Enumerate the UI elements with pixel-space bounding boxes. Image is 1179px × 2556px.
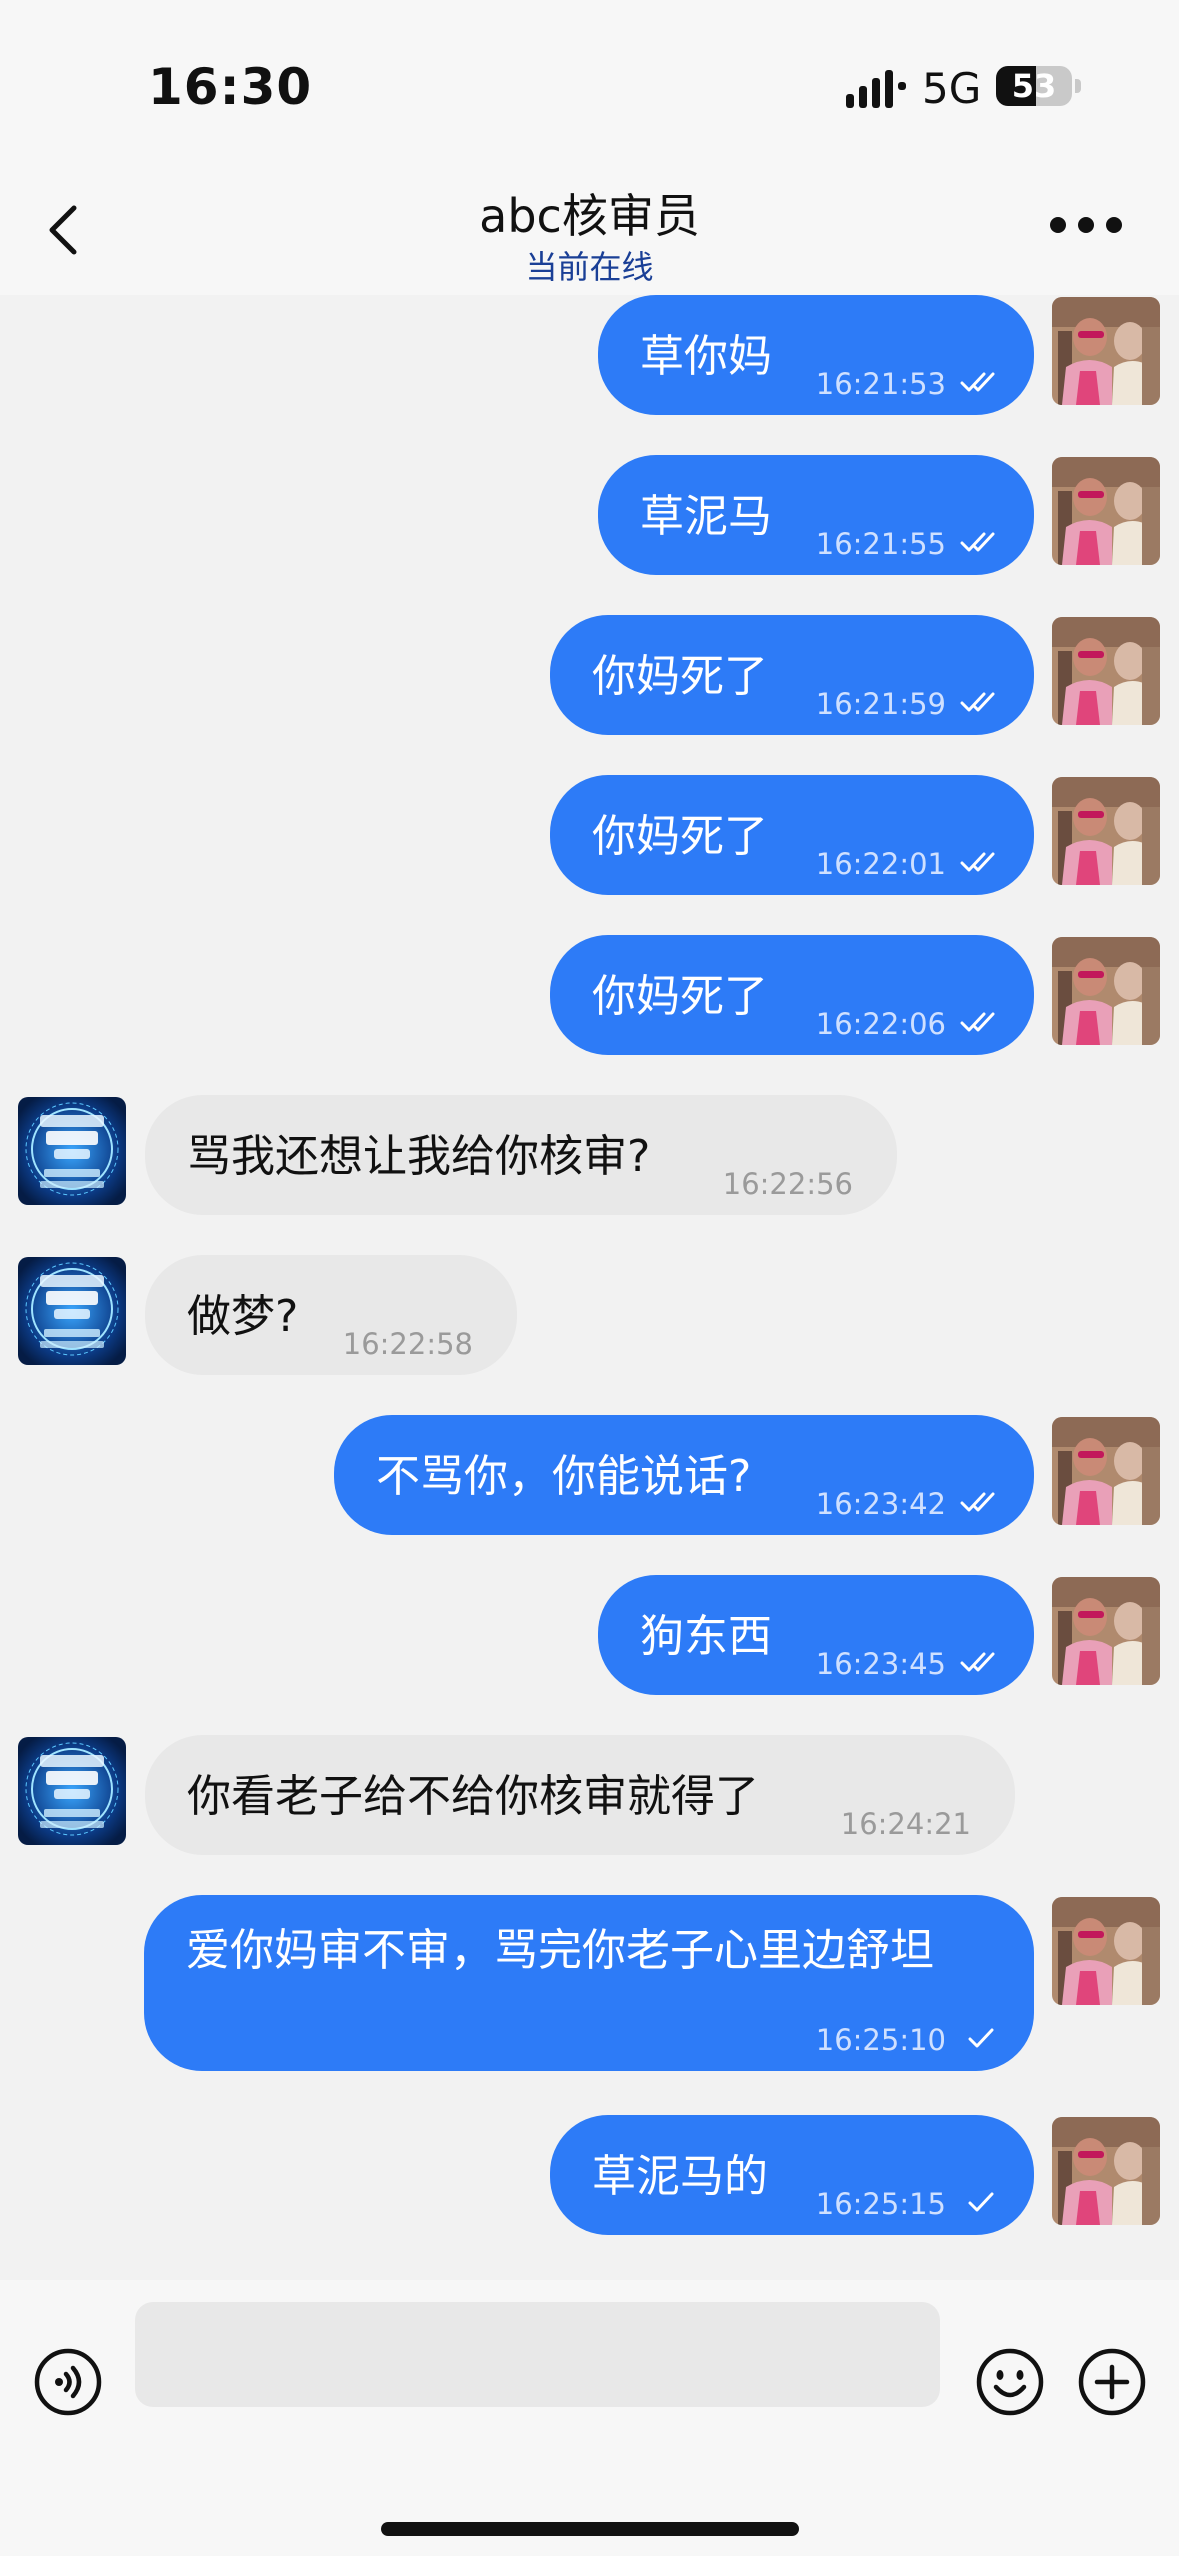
more-dots-icon[interactable] <box>1048 212 1124 238</box>
message-bubble[interactable]: 你看老子给不给你核审就得了 16:24:21 <box>145 1735 1015 1855</box>
emoji-icon[interactable] <box>975 2347 1045 2417</box>
sent-message: 草你妈 16:21:53 <box>0 295 1179 415</box>
message-bubble[interactable]: 狗东西 16:23:45 <box>598 1575 1034 1695</box>
plus-icon[interactable] <box>1077 2347 1147 2417</box>
my-avatar[interactable] <box>1052 1417 1160 1525</box>
message-text: 做梦? <box>187 1291 299 1342</box>
message-time: 16:25:10 <box>815 2023 946 2057</box>
my-avatar[interactable] <box>1052 1577 1160 1685</box>
signal-icon <box>846 70 906 108</box>
message-text: 你看老子给不给你核审就得了 <box>187 1771 759 1822</box>
message-text: 你妈死了 <box>592 971 768 1022</box>
message-text: 草泥马 <box>640 491 772 542</box>
message-text: 草你妈 <box>640 331 772 382</box>
double-check-icon <box>960 532 995 552</box>
double-check-icon <box>960 1012 995 1032</box>
received-message: 你看老子给不给你核审就得了 16:24:21 <box>0 1735 1179 1855</box>
message-bubble[interactable]: 你妈死了 16:21:59 <box>550 615 1034 735</box>
sent-message: 狗东西 16:23:45 <box>0 1575 1179 1695</box>
message-time: 16:22:06 <box>815 1007 946 1041</box>
message-time: 16:24:21 <box>840 1807 971 1841</box>
double-check-icon <box>960 852 995 872</box>
my-avatar[interactable] <box>1052 777 1160 885</box>
message-time: 16:23:45 <box>815 1647 946 1681</box>
message-time: 16:21:53 <box>815 367 946 401</box>
status-time: 16:30 <box>148 58 313 116</box>
message-bubble[interactable]: 草泥马的 16:25:15 <box>550 2115 1034 2235</box>
message-time: 16:22:01 <box>815 847 946 881</box>
input-bar <box>0 2280 1179 2556</box>
contact-avatar[interactable] <box>18 1257 126 1365</box>
sent-message: 草泥马的 16:25:15 <box>0 2115 1179 2235</box>
contact-avatar[interactable] <box>18 1737 126 1845</box>
double-check-icon <box>960 1492 995 1512</box>
my-avatar[interactable] <box>1052 1897 1160 2005</box>
double-check-icon <box>960 372 995 392</box>
message-time: 16:22:58 <box>342 1327 473 1361</box>
battery-icon: 53 <box>996 66 1072 106</box>
message-text: 草泥马的 <box>592 2151 768 2202</box>
my-avatar[interactable] <box>1052 617 1160 725</box>
sent-message: 爱你妈审不审，骂完你老子心里边舒坦 16:25:10 <box>0 1895 1179 2071</box>
message-bubble[interactable]: 你妈死了 16:22:01 <box>550 775 1034 895</box>
message-bubble[interactable]: 做梦? 16:22:58 <box>145 1255 517 1375</box>
battery-level: 53 <box>1011 67 1057 105</box>
online-status: 当前在线 <box>525 248 654 286</box>
sent-message: 你妈死了 16:22:01 <box>0 775 1179 895</box>
message-input[interactable] <box>135 2302 940 2407</box>
chat-header: abc核审员 当前在线 <box>0 160 1179 295</box>
message-time: 16:21:59 <box>815 687 946 721</box>
message-text: 不骂你，你能说话? <box>376 1451 752 1502</box>
message-bubble[interactable]: 不骂你，你能说话? 16:23:42 <box>334 1415 1034 1535</box>
message-list[interactable]: 草你妈 16:21:53 草泥马 16:21:55 你妈死了 16:21:59 <box>0 295 1179 2280</box>
message-bubble[interactable]: 草你妈 16:21:53 <box>598 295 1034 415</box>
sent-message: 不骂你，你能说话? 16:23:42 <box>0 1415 1179 1535</box>
my-avatar[interactable] <box>1052 2117 1160 2225</box>
received-message: 做梦? 16:22:58 <box>0 1255 1179 1375</box>
my-avatar[interactable] <box>1052 937 1160 1045</box>
double-check-icon <box>960 1652 995 1672</box>
message-bubble[interactable]: 你妈死了 16:22:06 <box>550 935 1034 1055</box>
received-message: 骂我还想让我给你核审? 16:22:56 <box>0 1095 1179 1215</box>
message-text: 狗东西 <box>640 1611 772 1662</box>
chat-title: abc核审员 <box>479 189 700 243</box>
message-time: 16:25:15 <box>815 2187 946 2221</box>
sent-message: 你妈死了 16:22:06 <box>0 935 1179 1055</box>
check-icon <box>968 2028 994 2048</box>
message-text: 爱你妈审不审，骂完你老子心里边舒坦 <box>186 1925 934 1976</box>
message-bubble[interactable]: 骂我还想让我给你核审? 16:22:56 <box>145 1095 897 1215</box>
message-text: 你妈死了 <box>592 651 768 702</box>
battery-cap <box>1075 79 1081 93</box>
voice-icon[interactable] <box>33 2347 103 2417</box>
my-avatar[interactable] <box>1052 297 1160 405</box>
sent-message: 你妈死了 16:21:59 <box>0 615 1179 735</box>
my-avatar[interactable] <box>1052 457 1160 565</box>
message-bubble[interactable]: 草泥马 16:21:55 <box>598 455 1034 575</box>
message-time: 16:23:42 <box>815 1487 946 1521</box>
message-text: 你妈死了 <box>592 811 768 862</box>
double-check-icon <box>960 692 995 712</box>
home-indicator <box>381 2522 799 2536</box>
message-time: 16:21:55 <box>815 527 946 561</box>
sent-message: 草泥马 16:21:55 <box>0 455 1179 575</box>
message-bubble[interactable]: 爱你妈审不审，骂完你老子心里边舒坦 16:25:10 <box>144 1895 1034 2071</box>
contact-avatar[interactable] <box>18 1097 126 1205</box>
check-icon <box>968 2192 994 2212</box>
message-time: 16:22:56 <box>722 1167 853 1201</box>
network-type: 5G <box>922 64 982 113</box>
message-text: 骂我还想让我给你核审? <box>187 1131 651 1182</box>
status-bar: 16:30 5G 53 <box>0 0 1179 160</box>
